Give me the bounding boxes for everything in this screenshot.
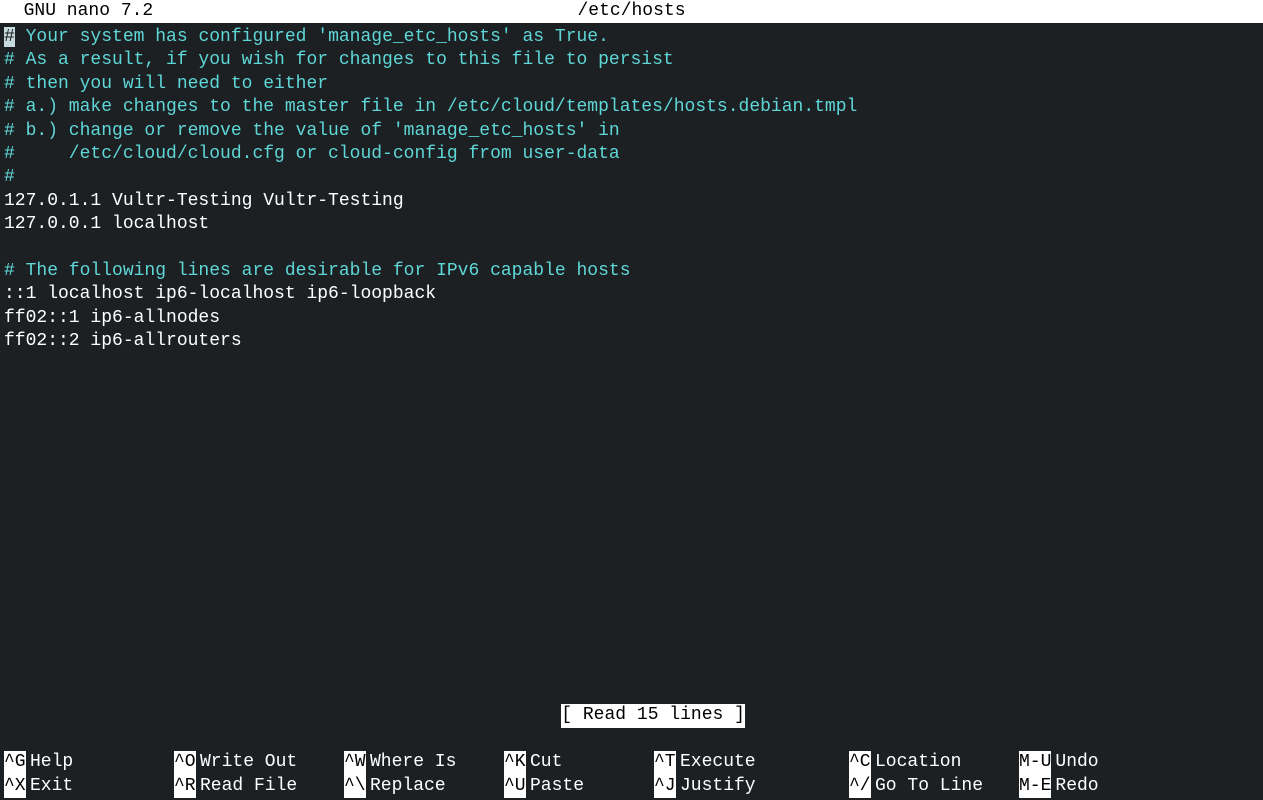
shortcut-key: ^R: [174, 775, 196, 798]
cursor: #: [4, 27, 15, 47]
shortcut-row: ^GHelp^OWrite Out^WWhere Is^KCut^TExecut…: [4, 751, 1259, 774]
shortcut-key: ^\: [344, 775, 366, 798]
shortcut-execute[interactable]: ^TExecute: [654, 751, 849, 774]
shortcut-exit[interactable]: ^XExit: [4, 775, 174, 798]
editor-line[interactable]: # Your system has configured 'manage_etc…: [4, 26, 1259, 49]
shortcut-label: Go To Line: [871, 775, 983, 798]
shortcut-where-is[interactable]: ^WWhere Is: [344, 751, 504, 774]
shortcut-key: ^O: [174, 751, 196, 774]
status-line: [ Read 15 lines ]: [0, 681, 1263, 751]
editor-line[interactable]: # b.) change or remove the value of 'man…: [4, 120, 1259, 143]
editor-line[interactable]: # /etc/cloud/cloud.cfg or cloud-config f…: [4, 143, 1259, 166]
editor-line[interactable]: 127.0.0.1 localhost: [4, 213, 1259, 236]
footer: [ Read 15 lines ] ^GHelp^OWrite Out^WWhe…: [0, 681, 1263, 800]
shortcut-key: M-U: [1019, 751, 1051, 774]
shortcut-go-to-line[interactable]: ^/Go To Line: [849, 775, 1019, 798]
shortcut-label: Justify: [676, 775, 756, 798]
editor-line[interactable]: 127.0.1.1 Vultr-Testing Vultr-Testing: [4, 190, 1259, 213]
shortcut-label: Read File: [196, 775, 297, 798]
shortcut-label: Replace: [366, 775, 446, 798]
shortcut-key: ^X: [4, 775, 26, 798]
shortcut-undo[interactable]: M-UUndo: [1019, 751, 1139, 774]
shortcut-label: Redo: [1051, 775, 1098, 798]
shortcut-paste[interactable]: ^UPaste: [504, 775, 654, 798]
shortcut-label: Cut: [526, 751, 562, 774]
status-message: [ Read 15 lines ]: [561, 704, 745, 727]
shortcut-label: Undo: [1051, 751, 1098, 774]
shortcut-key: ^J: [654, 775, 676, 798]
editor-line[interactable]: # As a result, if you wish for changes t…: [4, 49, 1259, 72]
shortcut-key: ^/: [849, 775, 871, 798]
shortcut-label: Write Out: [196, 751, 297, 774]
shortcut-key: ^C: [849, 751, 871, 774]
shortcut-replace[interactable]: ^\Replace: [344, 775, 504, 798]
shortcut-bar: ^GHelp^OWrite Out^WWhere Is^KCut^TExecut…: [0, 751, 1263, 800]
shortcut-key: ^K: [504, 751, 526, 774]
shortcut-label: Where Is: [366, 751, 456, 774]
shortcut-cut[interactable]: ^KCut: [504, 751, 654, 774]
titlebar: GNU nano 7.2 /etc/hosts: [0, 0, 1263, 23]
app-name: GNU nano 7.2: [0, 0, 153, 23]
shortcut-label: Exit: [26, 775, 73, 798]
editor-line[interactable]: ff02::1 ip6-allnodes: [4, 307, 1259, 330]
editor-area[interactable]: # Your system has configured 'manage_etc…: [0, 23, 1263, 353]
shortcut-key: ^T: [654, 751, 676, 774]
filename: /etc/hosts: [577, 0, 685, 23]
shortcut-label: Help: [26, 751, 73, 774]
shortcut-label: Location: [871, 751, 961, 774]
editor-line[interactable]: # The following lines are desirable for …: [4, 260, 1259, 283]
editor-line[interactable]: #: [4, 166, 1259, 189]
editor-line[interactable]: # a.) make changes to the master file in…: [4, 96, 1259, 119]
shortcut-label: Paste: [526, 775, 584, 798]
shortcut-key: ^G: [4, 751, 26, 774]
editor-line[interactable]: # then you will need to either: [4, 73, 1259, 96]
shortcut-justify[interactable]: ^JJustify: [654, 775, 849, 798]
shortcut-write-out[interactable]: ^OWrite Out: [174, 751, 344, 774]
shortcut-redo[interactable]: M-ERedo: [1019, 775, 1139, 798]
shortcut-key: ^W: [344, 751, 366, 774]
shortcut-label: Execute: [676, 751, 756, 774]
shortcut-location[interactable]: ^CLocation: [849, 751, 1019, 774]
shortcut-key: ^U: [504, 775, 526, 798]
editor-line[interactable]: ff02::2 ip6-allrouters: [4, 330, 1259, 353]
shortcut-read-file[interactable]: ^RRead File: [174, 775, 344, 798]
editor-line[interactable]: ::1 localhost ip6-localhost ip6-loopback: [4, 283, 1259, 306]
shortcut-key: M-E: [1019, 775, 1051, 798]
shortcut-row: ^XExit^RRead File^\Replace^UPaste^JJusti…: [4, 775, 1259, 798]
shortcut-help[interactable]: ^GHelp: [4, 751, 174, 774]
editor-line[interactable]: [4, 237, 1259, 260]
